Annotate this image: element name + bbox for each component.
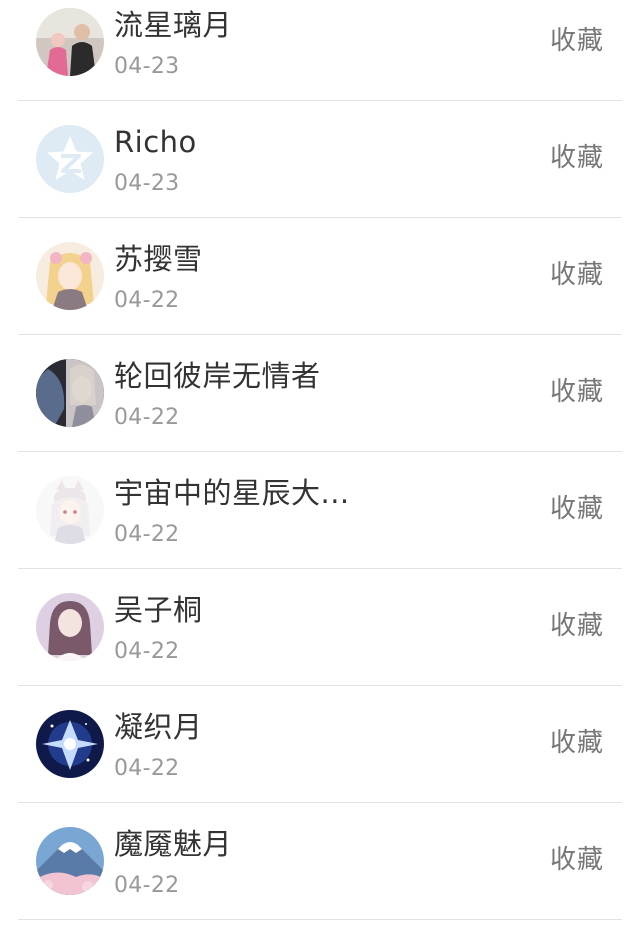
avatar[interactable] <box>36 8 104 76</box>
favorite-button[interactable]: 收藏 <box>550 377 604 407</box>
date-text: 04-23 <box>114 54 180 79</box>
divider <box>18 919 622 920</box>
user-name: Richo <box>114 125 197 159</box>
favorite-button[interactable]: 收藏 <box>550 26 604 56</box>
date-text: 04-22 <box>114 522 180 547</box>
avatar[interactable] <box>36 593 104 661</box>
list-item[interactable]: 苏撄雪 04-22 收藏 <box>0 217 640 334</box>
list-item[interactable]: Richo 04-23 收藏 <box>0 100 640 217</box>
list-item[interactable]: 魔魇魅月 04-22 收藏 <box>0 802 640 919</box>
blue-crystal-avatar-icon <box>36 710 104 778</box>
avatar[interactable] <box>36 827 104 895</box>
date-text: 04-23 <box>114 171 180 196</box>
favorites-list: 流星璃月 04-23 收藏 Richo 04-23 收藏 苏撄雪 04-22 收… <box>0 0 640 936</box>
favorite-button[interactable]: 收藏 <box>550 260 604 290</box>
mount-fuji-avatar-icon <box>36 827 104 895</box>
avatar[interactable] <box>36 476 104 544</box>
portrait-girl-avatar-icon <box>36 593 104 661</box>
favorite-button[interactable]: 收藏 <box>550 494 604 524</box>
user-name: 吴子桐 <box>114 593 203 627</box>
dark-anime-avatar-icon <box>36 359 104 427</box>
date-text: 04-22 <box>114 756 180 781</box>
list-item[interactable]: 凝织月 04-22 收藏 <box>0 685 640 802</box>
white-cat-girl-avatar-icon <box>36 476 104 544</box>
avatar[interactable] <box>36 242 104 310</box>
date-text: 04-22 <box>114 288 180 313</box>
favorite-button[interactable]: 收藏 <box>550 728 604 758</box>
list-item[interactable]: 吴子桐 04-22 收藏 <box>0 568 640 685</box>
qzone-default-avatar-icon <box>36 125 104 193</box>
user-name: 凝织月 <box>114 710 203 744</box>
favorite-button[interactable]: 收藏 <box>550 845 604 875</box>
date-text: 04-22 <box>114 405 180 430</box>
favorite-button[interactable]: 收藏 <box>550 611 604 641</box>
anime-girl-avatar-icon <box>36 242 104 310</box>
avatar[interactable] <box>36 359 104 427</box>
date-text: 04-22 <box>114 873 180 898</box>
user-name: 轮回彼岸无情者 <box>114 359 321 393</box>
favorite-button[interactable]: 收藏 <box>550 143 604 173</box>
family-photo-avatar-icon <box>36 8 104 76</box>
date-text: 04-22 <box>114 639 180 664</box>
avatar[interactable] <box>36 710 104 778</box>
user-name: 流星璃月 <box>114 8 233 42</box>
avatar[interactable] <box>36 125 104 193</box>
list-item[interactable]: 宇宙中的星辰大... 04-22 收藏 <box>0 451 640 568</box>
user-name: 宇宙中的星辰大... <box>114 476 350 510</box>
list-item[interactable]: 流星璃月 04-23 收藏 <box>0 0 640 100</box>
list-item[interactable]: 轮回彼岸无情者 04-22 收藏 <box>0 334 640 451</box>
user-name: 苏撄雪 <box>114 242 203 276</box>
user-name: 魔魇魅月 <box>114 827 233 861</box>
